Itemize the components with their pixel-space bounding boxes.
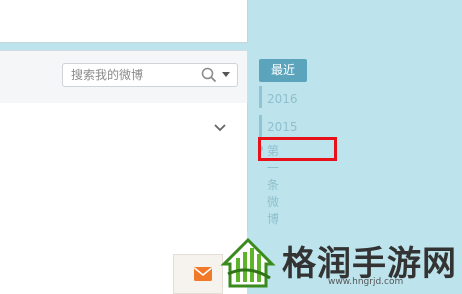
timeline-year-2016[interactable]: 2016 [267,92,298,106]
feed-panel [0,103,248,231]
watermark-url: www.hngrjd.com [328,277,404,287]
search-bar [0,50,248,104]
timeline-line [259,115,262,137]
top-content-panel [0,0,248,43]
message-button[interactable] [173,254,223,294]
search-box [62,63,238,87]
site-watermark: 格润手游网 www.hngrjd.com [218,230,462,294]
timeline-year-2015[interactable]: 2015 [267,120,298,134]
chevron-down-icon[interactable] [213,123,227,133]
timeline-line [259,86,262,108]
search-icon[interactable] [201,67,217,83]
highlight-box [258,137,337,161]
timeline-recent-button[interactable]: 最近 [259,59,307,82]
search-input[interactable] [63,64,201,86]
site-logo-icon [220,237,276,288]
dropdown-caret-icon[interactable] [222,72,230,77]
mail-icon [194,267,212,281]
